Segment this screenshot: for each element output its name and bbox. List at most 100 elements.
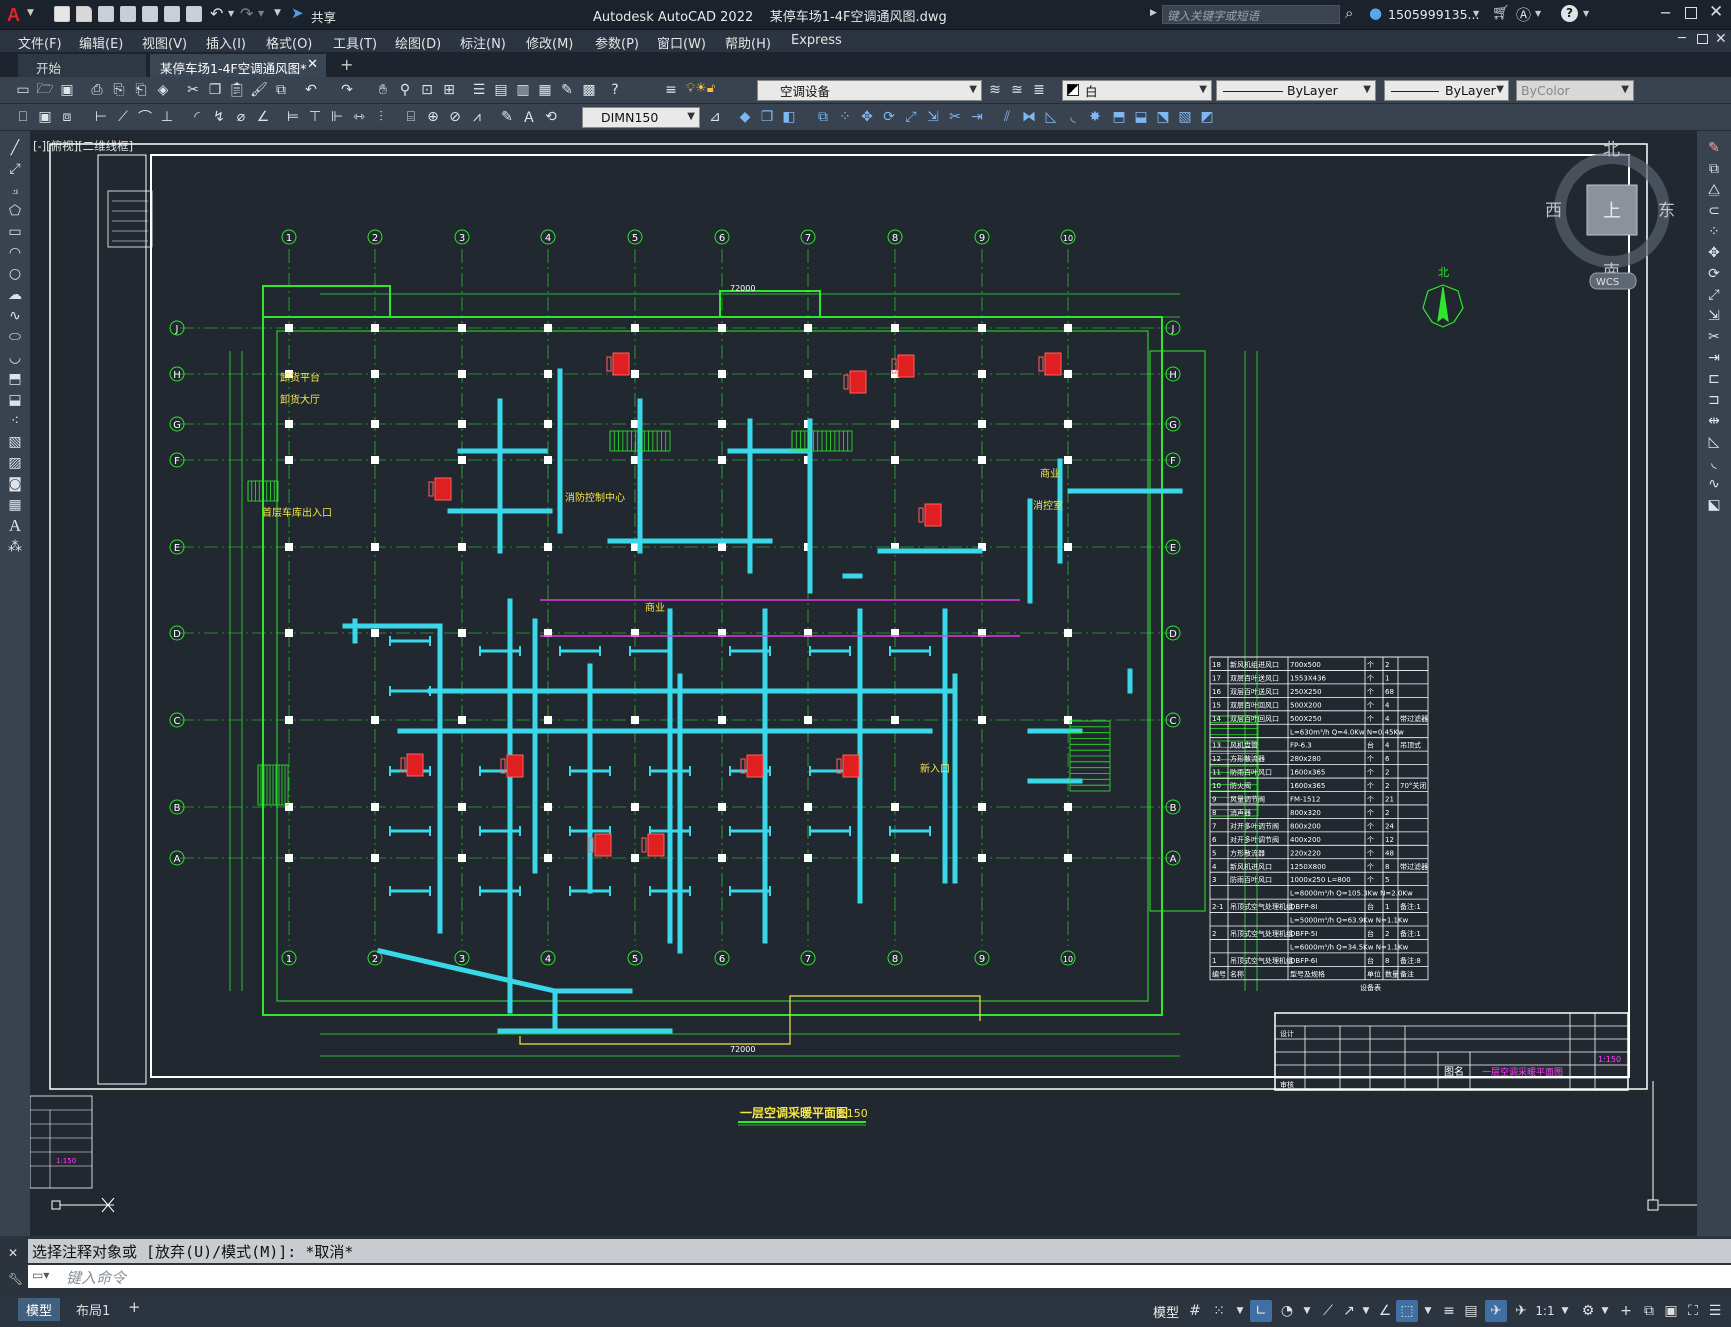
extend-icon[interactable]: ⇥ [1703,347,1725,369]
plot-icon[interactable]: ⎙ [86,79,108,101]
break-icon[interactable]: ⊐ [1703,389,1725,411]
ortho-icon[interactable]: ∟ [1250,1300,1272,1322]
command-settings-icon[interactable]: 🔧︎ [8,1272,23,1286]
block-editor-icon[interactable]: ⧉ [270,79,292,101]
snap-dropdown-icon[interactable]: ▼ [1229,1300,1251,1322]
command-close-icon[interactable]: ✕ [8,1246,18,1260]
menu-view[interactable]: 视图(V) [142,33,187,52]
search-icon[interactable]: ⌕ [1345,4,1353,22]
dim-update-icon[interactable]: ⟲ [540,106,562,128]
doc-minimize-icon[interactable]: ─ [1678,31,1686,46]
copy-icon[interactable]: ⧉ [1703,158,1725,180]
region-icon[interactable]: ◙ [4,473,26,495]
center-mark-icon[interactable]: ⊕ [422,106,444,128]
polygon-icon[interactable]: ⬠ [4,200,26,222]
new-file-icon[interactable] [54,6,70,22]
baseline-dim-icon[interactable]: ⊤ [304,106,326,128]
zoom-realtime-icon[interactable]: ⚲ [394,79,416,101]
mirror-icon[interactable]: ◧ [778,106,800,128]
plotstyle-dropdown[interactable]: ByColor ▼ [1516,80,1634,101]
layout-tab-layout1[interactable]: 布局1 [68,1298,118,1321]
menu-window[interactable]: 窗口(W) [657,33,706,52]
layer-dropdown[interactable]: 空调设备 ▼ [757,80,982,101]
menu-express[interactable]: Express [791,33,842,48]
save-icon[interactable]: ▣ [56,79,78,101]
plot-icon[interactable] [186,6,202,22]
hardware-accel-icon[interactable]: ▣ [1660,1300,1682,1322]
inspect-icon[interactable]: ⊘ [444,106,466,128]
customize-qat-icon[interactable]: ▼ [274,8,281,18]
continue-dim-icon[interactable]: ⊩ [326,106,348,128]
dim-edit-icon[interactable]: ✎ [496,106,518,128]
linear-dim-icon[interactable]: ⊢ [90,106,112,128]
dimstyle-dropdown[interactable]: DIMN150 ▼ [582,107,700,128]
point-icon[interactable]: ⬔ [1152,106,1174,128]
customization-icon[interactable]: ☰ [1704,1300,1726,1322]
make-block-icon[interactable]: ⬓ [1130,106,1152,128]
undo-dropdown-icon[interactable]: ▼ [228,9,234,18]
help-toolbar-icon[interactable]: ? [604,79,626,101]
sheet-set-icon[interactable]: ▦ [534,79,556,101]
annotation-visibility-icon[interactable]: ✈︎ [1485,1300,1507,1322]
search-expand-icon[interactable]: ▶ [1150,8,1157,18]
3d-print-icon[interactable]: ◈ [152,79,174,101]
close-icon[interactable]: ✕ [1709,2,1723,22]
save-icon[interactable] [98,6,114,22]
layer-previous-icon[interactable]: ≊ [1006,79,1028,101]
trim-icon[interactable]: ✂ [1703,326,1725,348]
help-dropdown-icon[interactable]: ▼ [1583,9,1589,18]
sheet-icon[interactable]: ⎕ [12,106,34,128]
layer-state-icons[interactable]: 💡︎☀︎🔓︎ [686,81,715,96]
transparency-icon[interactable]: ▤ [1460,1300,1482,1322]
table-icon[interactable]: ▦ [4,494,26,516]
paste-icon[interactable]: 📋︎ [226,79,248,101]
blend-icon[interactable]: ∿ [1703,473,1725,495]
rotate-icon[interactable]: ⟳ [878,106,900,128]
plot-preview-icon[interactable]: ⎘ [108,79,130,101]
user-dropdown-icon[interactable]: ▼ [1473,9,1479,18]
mtext-icon[interactable]: A [4,515,26,537]
drawing-canvas[interactable]: [-][俯视][二维线框] 1:150 72000 72000 1 1 2 2 … [30,131,1697,1236]
make-block-icon[interactable]: ⬓ [4,389,26,411]
layer-match-icon[interactable]: ≣ [1028,79,1050,101]
osnap-dropdown-icon[interactable]: ▼ [1417,1300,1439,1322]
join-icon[interactable]: ⇹ [1703,410,1725,432]
lineweight-icon[interactable]: ∠ [1374,1300,1396,1322]
zoom-window-icon[interactable]: ⊡ [416,79,438,101]
fillet-icon[interactable]: ◟ [1062,106,1084,128]
mirror-icon[interactable]: ⧋ [1703,179,1725,201]
array-icon[interactable]: ⁘ [1703,221,1725,243]
lineweight-display-icon[interactable]: ≡ [1438,1300,1460,1322]
spline-icon[interactable]: ∿ [4,305,26,327]
isodraft-icon[interactable]: ⟋ [1317,1300,1339,1322]
undo-icon[interactable]: ↶ [300,79,322,101]
color-dropdown[interactable]: 白 ▼ [1062,80,1212,101]
plus-icon[interactable]: + [1615,1300,1637,1322]
viewcube-north[interactable]: 北 [1603,140,1620,160]
rotate-icon[interactable]: ⟳ [1703,263,1725,285]
autodesk-a360-icon[interactable]: Ⓐ [1516,4,1531,25]
gradient-icon[interactable]: ▨ [4,452,26,474]
angular-dim-icon[interactable]: ∠ [252,106,274,128]
circle-icon[interactable]: ○ [4,263,26,285]
scale-icon[interactable]: ⤢ [1703,284,1725,306]
insert-block-icon[interactable]: ⬒ [1108,106,1130,128]
tool-palettes-icon[interactable]: ▥ [512,79,534,101]
menu-dimension[interactable]: 标注(N) [460,33,506,52]
erase-icon[interactable]: ✎ [1703,137,1725,159]
workspace-dropdown-icon[interactable]: ▼ [1594,1300,1616,1322]
menu-format[interactable]: 格式(O) [266,33,312,52]
zoom-previous-icon[interactable]: ⊞ [438,79,460,101]
menu-modify[interactable]: 修改(M) [526,33,573,52]
doc-close-icon[interactable]: ✕ [1715,31,1727,47]
move-icon[interactable]: ✥ [856,106,878,128]
snap-icon[interactable]: ⁙ [1208,1300,1230,1322]
tab-start[interactable]: 开始 [18,54,146,77]
menu-edit[interactable]: 编辑(E) [79,33,123,52]
command-prompt-icon[interactable]: ▭▾ [32,1268,49,1282]
save-web-icon[interactable] [164,6,180,22]
chamfer-icon[interactable]: ◺ [1703,431,1725,453]
array-icon[interactable]: ⁘ [834,106,856,128]
break-icon[interactable]: ⫽ [996,106,1018,128]
pan-icon[interactable]: ✋︎ [372,79,394,101]
